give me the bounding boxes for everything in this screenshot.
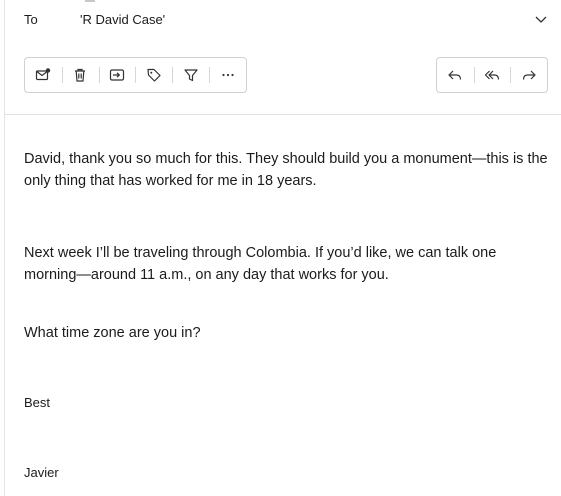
reply-all-icon <box>484 70 500 80</box>
filter-button[interactable] <box>172 58 209 92</box>
categorize-button[interactable] <box>135 58 172 92</box>
reply-button[interactable] <box>437 58 474 92</box>
tag-icon <box>147 68 161 82</box>
delete-button[interactable] <box>61 58 99 92</box>
message-closing: Best <box>24 395 51 410</box>
message-actions-toolbar <box>24 57 247 93</box>
header-fragment <box>85 0 95 2</box>
filter-icon <box>184 69 198 82</box>
message-signature: Javier <box>24 465 59 480</box>
forward-icon <box>522 70 536 80</box>
reply-all-button[interactable] <box>473 58 511 92</box>
mark-unread-button[interactable] <box>25 58 62 92</box>
reply-toolbar <box>436 57 548 93</box>
message-paragraph: Next week I’ll be traveling through Colo… <box>24 245 497 283</box>
header-divider <box>4 114 561 115</box>
pane-left-border <box>4 0 5 496</box>
message-paragraph: What time zone are you in? <box>24 325 201 341</box>
mark-unread-icon <box>36 68 51 81</box>
more-actions-button[interactable] <box>209 58 246 92</box>
forward-button[interactable] <box>510 58 547 92</box>
delete-icon <box>75 68 86 82</box>
chevron-down-icon[interactable] <box>533 11 549 27</box>
to-label: To <box>24 11 38 27</box>
move-to-button[interactable] <box>98 58 136 92</box>
message-paragraph: David, thank you so much for this. They … <box>24 151 548 189</box>
reply-icon <box>448 70 462 80</box>
to-recipient[interactable]: 'R David Case' <box>80 12 165 27</box>
more-icon <box>221 73 234 77</box>
recipient-row: To 'R David Case' <box>24 8 549 30</box>
move-to-icon <box>109 69 125 81</box>
